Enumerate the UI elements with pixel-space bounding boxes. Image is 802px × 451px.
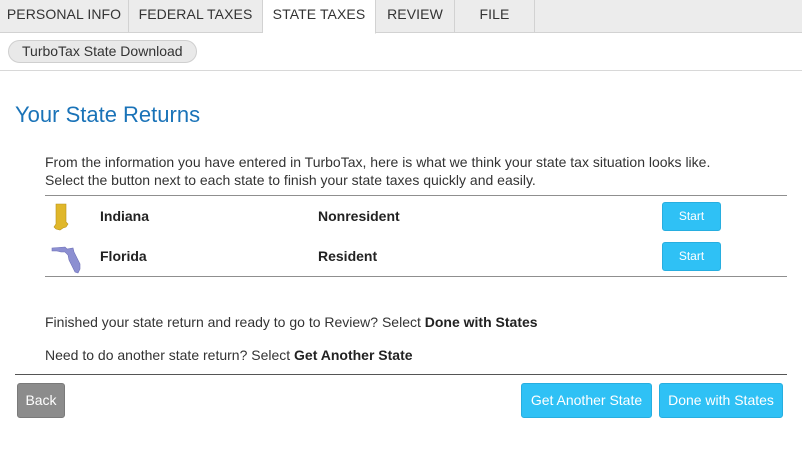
sub-nav-bar: TurboTax State Download xyxy=(0,33,802,71)
start-indiana-button[interactable]: Start xyxy=(662,202,721,231)
start-florida-button[interactable]: Start xyxy=(662,242,721,271)
back-button[interactable]: Back xyxy=(17,383,65,418)
tab-federal-taxes[interactable]: FEDERAL TAXES xyxy=(129,0,263,33)
another-instruction-text: Need to do another state return? Select xyxy=(45,347,295,363)
state-row-florida: Florida Resident Start xyxy=(45,236,787,276)
done-instruction-emphasis: Done with States xyxy=(424,314,538,330)
main-tab-bar: PERSONAL INFO FEDERAL TAXES STATE TAXES … xyxy=(0,0,802,34)
tab-state-taxes[interactable]: STATE TAXES xyxy=(263,0,376,34)
residency-status: Nonresident xyxy=(318,208,400,224)
intro-text: From the information you have entered in… xyxy=(45,153,785,189)
state-row-indiana: Indiana Nonresident Start xyxy=(45,196,787,236)
indiana-map-icon xyxy=(51,202,71,237)
done-with-states-button[interactable]: Done with States xyxy=(659,383,783,418)
intro-line-2: Select the button next to each state to … xyxy=(45,172,536,188)
footer-divider xyxy=(15,374,787,375)
state-name: Indiana xyxy=(100,208,150,224)
turbotax-state-download-button[interactable]: TurboTax State Download xyxy=(8,40,197,63)
table-bottom-divider xyxy=(45,276,787,277)
florida-map-icon xyxy=(51,242,81,279)
done-instruction: Finished your state return and ready to … xyxy=(45,314,538,330)
state-name: Florida xyxy=(100,248,147,264)
page-title: Your State Returns xyxy=(15,102,201,127)
another-instruction-emphasis: Get Another State xyxy=(294,347,413,363)
get-another-state-button[interactable]: Get Another State xyxy=(521,383,652,418)
another-instruction: Need to do another state return? Select … xyxy=(45,347,413,363)
residency-status: Resident xyxy=(318,248,378,264)
intro-line-1: From the information you have entered in… xyxy=(45,154,711,170)
tab-personal-info[interactable]: PERSONAL INFO xyxy=(0,0,129,33)
tab-file[interactable]: FILE xyxy=(455,0,535,33)
done-instruction-text: Finished your state return and ready to … xyxy=(45,314,425,330)
tab-review[interactable]: REVIEW xyxy=(376,0,455,33)
